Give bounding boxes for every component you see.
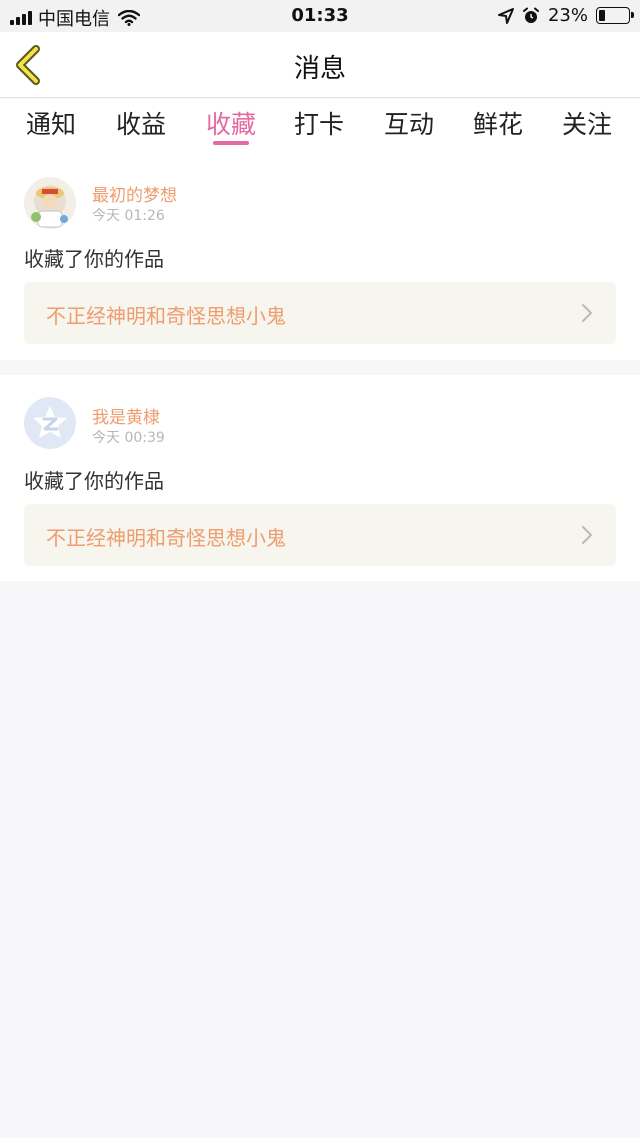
- notification-card: 最初的梦想 今天 01:26 收藏了你的作品 不正经神明和奇怪思想小鬼: [0, 157, 640, 360]
- work-title: 不正经神明和奇怪思想小鬼: [46, 304, 286, 328]
- location-arrow-icon: [497, 7, 514, 24]
- username[interactable]: 最初的梦想: [92, 181, 177, 206]
- tab-notifications[interactable]: 通知: [11, 105, 91, 149]
- timestamp: 今天 01:26: [92, 208, 165, 224]
- tab-bar: 通知 收益 收藏 打卡 互动 鲜花 关注: [0, 99, 640, 157]
- tab-label: 打卡: [293, 110, 344, 139]
- work-link[interactable]: 不正经神明和奇怪思想小鬼: [24, 282, 616, 344]
- avatar[interactable]: [24, 177, 76, 229]
- battery-icon: [596, 7, 634, 24]
- status-bar: 中国电信 01:33 23%: [0, 0, 640, 32]
- tab-favorites[interactable]: 收藏: [191, 105, 271, 149]
- battery-level-fill: [599, 10, 605, 21]
- tab-earnings[interactable]: 收益: [101, 105, 181, 149]
- notification-message: 收藏了你的作品: [24, 469, 164, 493]
- battery-percent: 23%: [547, 5, 588, 26]
- notification-card: 我是黄棣 今天 00:39 收藏了你的作品 不正经神明和奇怪思想小鬼: [0, 375, 640, 581]
- timestamp: 今天 00:39: [92, 430, 165, 446]
- tab-following[interactable]: 关注: [547, 105, 627, 149]
- tab-label: 收益: [115, 110, 166, 139]
- work-title: 不正经神明和奇怪思想小鬼: [46, 526, 286, 550]
- tab-label: 收藏: [205, 110, 256, 139]
- tab-label: 关注: [561, 110, 612, 139]
- user-avatar-image: [24, 177, 76, 229]
- username[interactable]: 我是黄棣: [92, 403, 160, 428]
- tab-label: 互动: [383, 110, 434, 139]
- chevron-right-icon: [582, 304, 592, 322]
- tab-active-indicator: [213, 141, 249, 145]
- chevron-right-icon: [582, 526, 592, 544]
- tab-label: 鲜花: [472, 110, 523, 139]
- alarm-clock-icon: [522, 7, 539, 23]
- qq-zone-avatar-icon: [24, 397, 76, 449]
- avatar[interactable]: [24, 397, 76, 449]
- page-title: 消息: [293, 54, 346, 84]
- nav-bar: 消息: [0, 32, 640, 98]
- tab-checkin[interactable]: 打卡: [279, 105, 359, 149]
- tab-label: 通知: [25, 110, 76, 139]
- tab-flowers[interactable]: 鲜花: [458, 105, 538, 149]
- notification-message: 收藏了你的作品: [24, 247, 164, 271]
- work-link[interactable]: 不正经神明和奇怪思想小鬼: [24, 504, 616, 566]
- tab-interaction[interactable]: 互动: [369, 105, 449, 149]
